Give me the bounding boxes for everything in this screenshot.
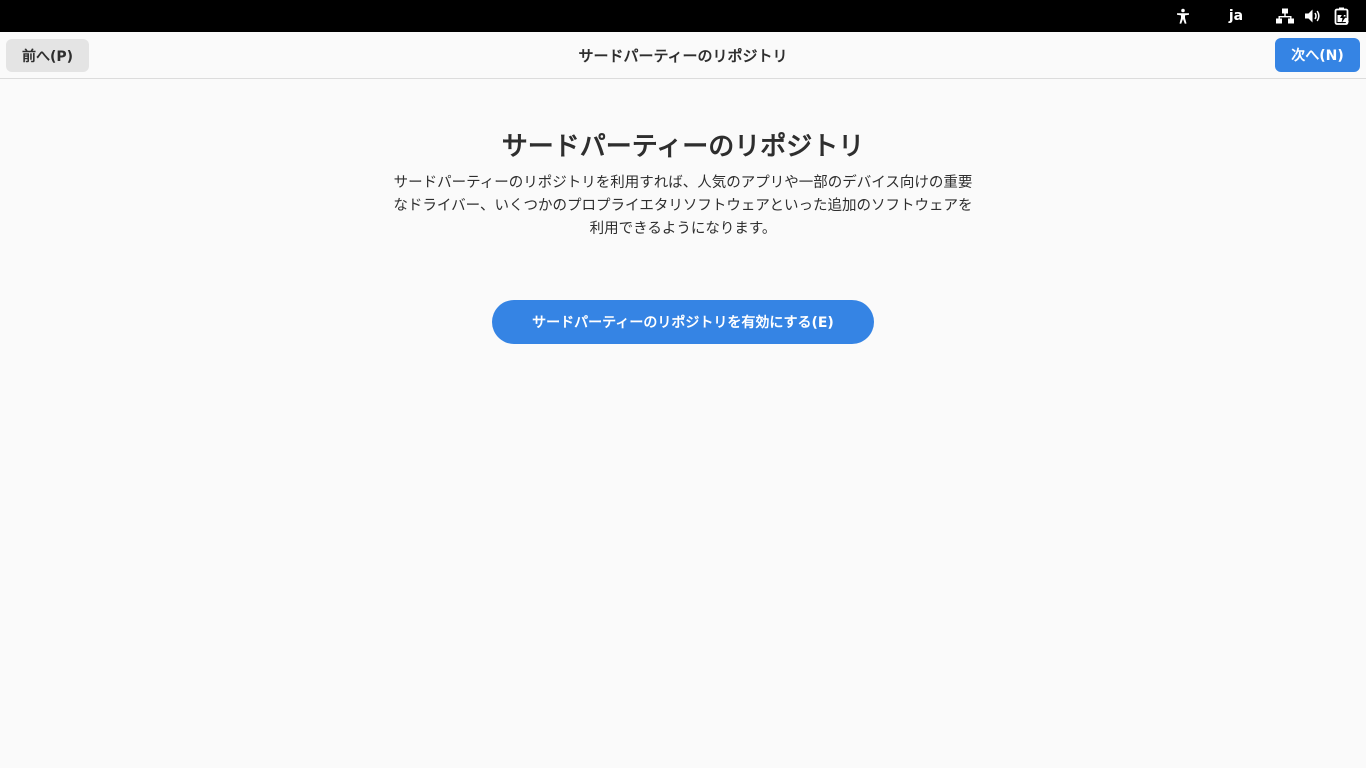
enable-third-party-repos-button[interactable]: サードパーティーのリポジトリを有効にする(E) — [492, 300, 874, 344]
volume-icon[interactable] — [1302, 0, 1324, 32]
top-bar: ja — [0, 0, 1366, 32]
header-bar: 前へ(P) サードパーティーのリポジトリ 次へ(N) — [0, 32, 1366, 79]
network-wired-icon[interactable] — [1274, 0, 1296, 32]
main-content: サードパーティーのリポジトリ サードパーティーのリポジトリを利用すれば、人気のア… — [0, 79, 1366, 768]
next-button[interactable]: 次へ(N) — [1275, 38, 1360, 72]
page-description: サードパーティーのリポジトリを利用すれば、人気のアプリや一部のデバイス向けの重要… — [393, 175, 973, 237]
accessibility-icon[interactable] — [1172, 0, 1194, 32]
page-title: サードパーティーのリポジトリ — [501, 132, 865, 162]
battery-charging-icon[interactable] — [1331, 0, 1353, 32]
back-button[interactable]: 前へ(P) — [6, 39, 89, 72]
language-indicator[interactable]: ja — [1224, 0, 1248, 32]
window-title: サードパーティーのリポジトリ — [578, 46, 788, 65]
